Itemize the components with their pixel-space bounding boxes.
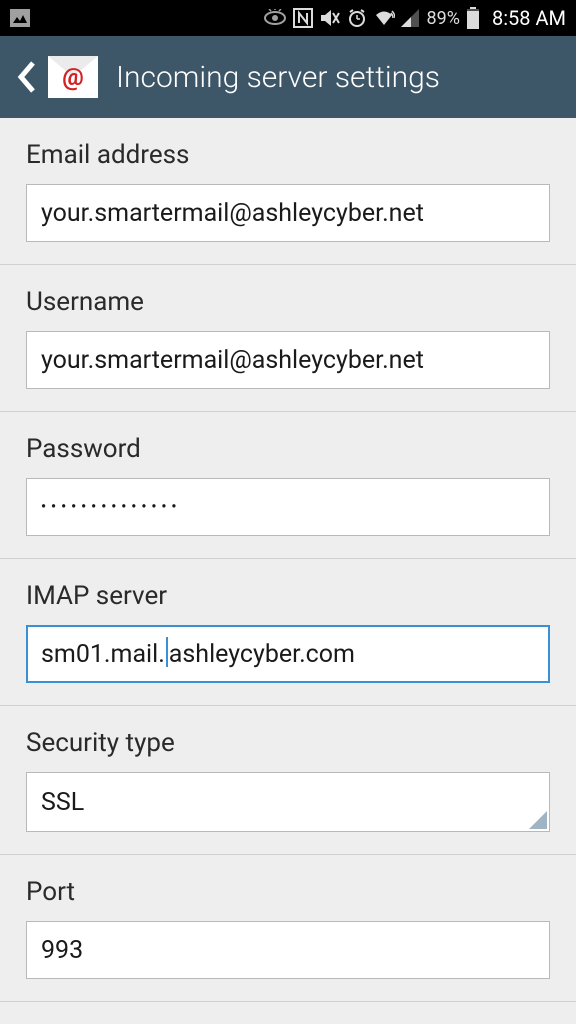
username-section: Username your.smartermail@ashleycyber.ne… xyxy=(0,265,576,412)
nfc-icon xyxy=(293,8,313,28)
username-value: your.smartermail@ashleycyber.net xyxy=(41,346,424,375)
imap-value-pre: sm01.mail. xyxy=(41,640,165,669)
security-select[interactable]: SSL xyxy=(26,772,550,832)
username-label: Username xyxy=(26,287,550,317)
password-input[interactable]: •••••••••••••• xyxy=(26,478,550,536)
signal-icon xyxy=(401,9,419,27)
security-value: SSL xyxy=(41,788,84,817)
app-header: @ Incoming server settings xyxy=(0,36,576,118)
password-value: •••••••••••••• xyxy=(41,499,181,515)
at-symbol-icon: @ xyxy=(62,63,84,91)
imap-input[interactable]: sm01.mail.ashleycyber.com xyxy=(26,625,550,683)
status-bar: 89% 8:58 AM xyxy=(0,0,576,36)
email-app-icon: @ xyxy=(48,56,98,98)
back-button[interactable] xyxy=(10,52,42,102)
email-label: Email address xyxy=(26,140,550,170)
status-left xyxy=(10,9,30,27)
alarm-icon xyxy=(347,8,367,28)
password-label: Password xyxy=(26,434,550,464)
security-section: Security type SSL xyxy=(0,706,576,855)
mute-icon xyxy=(319,8,341,28)
eye-icon xyxy=(263,9,287,27)
page-title: Incoming server settings xyxy=(116,60,440,95)
clock-time: 8:58 AM xyxy=(492,6,566,30)
dropdown-triangle-icon xyxy=(529,811,547,829)
password-section: Password •••••••••••••• xyxy=(0,412,576,559)
port-input[interactable]: 993 xyxy=(26,921,550,979)
imap-label: IMAP server xyxy=(26,581,550,611)
email-input[interactable]: your.smartermail@ashleycyber.net xyxy=(26,184,550,242)
battery-icon xyxy=(466,7,480,29)
status-right: 89% 8:58 AM xyxy=(263,6,566,30)
port-label: Port xyxy=(26,877,550,907)
username-input[interactable]: your.smartermail@ashleycyber.net xyxy=(26,331,550,389)
email-value: your.smartermail@ashleycyber.net xyxy=(41,199,424,228)
security-label: Security type xyxy=(26,728,550,758)
image-notification-icon xyxy=(10,9,30,27)
email-section: Email address your.smartermail@ashleycyb… xyxy=(0,118,576,265)
battery-percentage: 89% xyxy=(427,8,460,29)
port-value: 993 xyxy=(41,936,83,965)
imap-value-post: ashleycyber.com xyxy=(169,640,355,669)
imap-section: IMAP server sm01.mail.ashleycyber.com xyxy=(0,559,576,706)
text-cursor xyxy=(166,637,168,667)
port-section: Port 993 xyxy=(0,855,576,1002)
wifi-icon xyxy=(373,9,395,27)
